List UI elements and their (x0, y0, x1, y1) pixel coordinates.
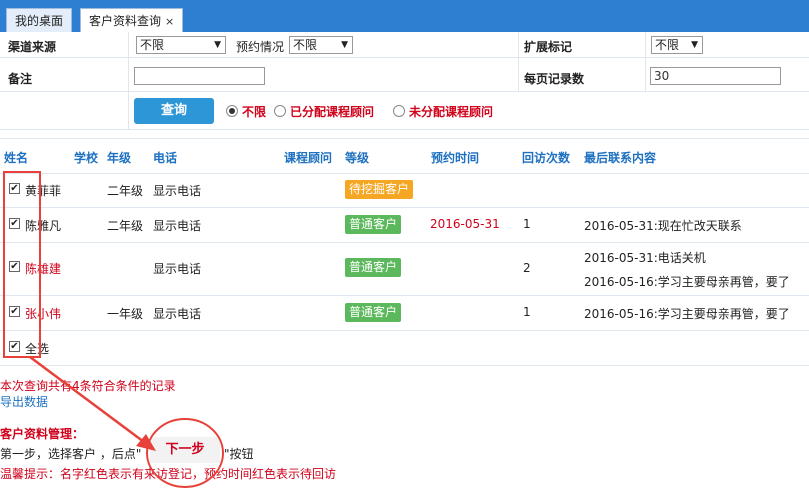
last-contact: 2016-05-31:现在忙改天联系 (584, 219, 742, 233)
step-prefix: 第一步，选择客户 ，后点" (0, 447, 142, 461)
appointment-time: 2016-05-31 (430, 217, 500, 231)
customer-name[interactable]: 张小伟 (25, 305, 61, 322)
table-header: 姓名 学校 年级 电话 课程顾问 等级 预约时间 回访次数 最后联系内容 (0, 138, 809, 174)
last-contact: 2016-05-31:电话关机 (584, 251, 706, 265)
col-last-contact[interactable]: 最后联系内容 (584, 149, 656, 166)
customer-name[interactable]: 陈雅凡 (25, 217, 61, 234)
tab-my-desktop[interactable]: 我的桌面 (6, 8, 73, 32)
col-level[interactable]: 等级 (345, 149, 369, 166)
status-badge: 待挖掘客户 (345, 180, 414, 199)
remark-input[interactable] (134, 67, 265, 85)
channel-label: 渠道来源 (8, 40, 57, 54)
chevron-down-icon: ▼ (341, 40, 348, 50)
channel-select[interactable]: 不限 ▼ (136, 36, 226, 54)
divider (645, 32, 646, 91)
tip-text: 温馨提示：名字红色表示有来访登记，预约时间红色表示待回访 (0, 467, 337, 481)
radio-dot (393, 105, 405, 117)
customer-grade: 二年级 (107, 184, 144, 198)
visit-count: 1 (523, 305, 531, 319)
last-contact: 2016-05-16:学习主要母亲再管，要了 (584, 307, 790, 321)
radio-assigned[interactable]: 已分配课程顾问 (274, 103, 374, 120)
ext-select-value: 不限 (655, 38, 680, 52)
query-button[interactable]: 查询 (134, 98, 214, 124)
close-icon[interactable]: × (165, 15, 174, 28)
radio-assigned-label: 已分配课程顾问 (290, 105, 375, 119)
table-row: ✔ 陈雄建 显示电话 普通客户 2 2016-05-31:电话关机 2016-0… (0, 242, 809, 296)
radio-unassigned-label: 未分配课程顾问 (409, 105, 494, 119)
col-name[interactable]: 姓名 (4, 149, 28, 166)
status-badge: 普通客户 (345, 303, 402, 322)
status-badge: 普通客户 (345, 215, 402, 234)
tab-bar: 我的桌面 客户资料查询 × (0, 0, 809, 32)
status-badge: 普通客户 (345, 258, 402, 277)
ext-label: 扩展标记 (524, 40, 573, 54)
last-contact: 2016-05-16:学习主要母亲再管，要了 (584, 275, 790, 289)
appointment-label: 预约情况 (236, 40, 285, 54)
select-all-checkbox[interactable]: ✔ (9, 341, 20, 352)
show-phone-link[interactable]: 显示电话 (153, 182, 201, 199)
customer-name[interactable]: 陈雄建 (25, 260, 61, 277)
radio-dot (274, 105, 286, 117)
radio-unassigned[interactable]: 未分配课程顾问 (393, 103, 493, 120)
chevron-down-icon: ▼ (691, 40, 698, 50)
row-checkbox[interactable]: ✔ (9, 306, 20, 317)
col-phone[interactable]: 电话 (153, 149, 177, 166)
appointment-select-value: 不限 (293, 38, 318, 52)
customer-name[interactable]: 黄菲菲 (25, 182, 61, 199)
table-row: ✔ 张小伟 一年级 显示电话 普通客户 1 2016-05-16:学习主要母亲再… (0, 295, 809, 331)
customer-grade: 二年级 (107, 219, 144, 233)
export-link[interactable]: 导出数据 (0, 393, 48, 410)
remark-label: 备注 (8, 72, 33, 86)
divider (518, 32, 519, 91)
customer-grade: 一年级 (107, 307, 144, 321)
select-all-row: ✔ 全选 (0, 330, 809, 366)
chevron-down-icon: ▼ (214, 40, 221, 50)
show-phone-link[interactable]: 显示电话 (153, 305, 201, 322)
tab-customer-query-label: 客户资料查询 (89, 14, 162, 28)
section-title: 客户资料管理： (0, 427, 85, 441)
visit-count: 2 (523, 261, 531, 275)
radio-unlimited-label: 不限 (242, 105, 267, 119)
table-row: ✔ 黄菲菲 二年级 显示电话 待挖掘客户 (0, 172, 809, 208)
channel-select-value: 不限 (140, 38, 165, 52)
row-checkbox[interactable]: ✔ (9, 261, 20, 272)
row-checkbox[interactable]: ✔ (9, 218, 20, 229)
show-phone-link[interactable]: 显示电话 (153, 217, 201, 234)
row-checkbox[interactable]: ✔ (9, 183, 20, 194)
appointment-select[interactable]: 不限 ▼ (289, 36, 353, 54)
page-size-input[interactable]: 30 (650, 67, 781, 85)
table-row: ✔ 陈雅凡 二年级 显示电话 普通客户 2016-05-31 1 2016-05… (0, 207, 809, 243)
result-count: 本次查询共有4条符合条件的记录 (0, 379, 176, 393)
col-visits[interactable]: 回访次数 (522, 149, 570, 166)
show-phone-link[interactable]: 显示电话 (153, 260, 201, 277)
col-school[interactable]: 学校 (74, 149, 98, 166)
radio-unlimited[interactable]: 不限 (226, 103, 266, 120)
next-step-button[interactable]: 下一步 (150, 437, 220, 463)
step-suffix: "按钮 (224, 447, 254, 461)
radio-dot (226, 105, 238, 117)
page-size-label: 每页记录数 (524, 72, 585, 86)
tab-my-desktop-label: 我的桌面 (15, 14, 64, 28)
col-appointment[interactable]: 预约时间 (431, 149, 479, 166)
visit-count: 1 (523, 217, 531, 231)
divider (128, 32, 129, 129)
col-grade[interactable]: 年级 (107, 149, 131, 166)
select-all-label[interactable]: 全选 (25, 340, 49, 357)
col-advisor[interactable]: 课程顾问 (284, 149, 332, 166)
ext-select[interactable]: 不限 ▼ (651, 36, 703, 54)
tab-customer-query[interactable]: 客户资料查询 × (80, 8, 184, 32)
